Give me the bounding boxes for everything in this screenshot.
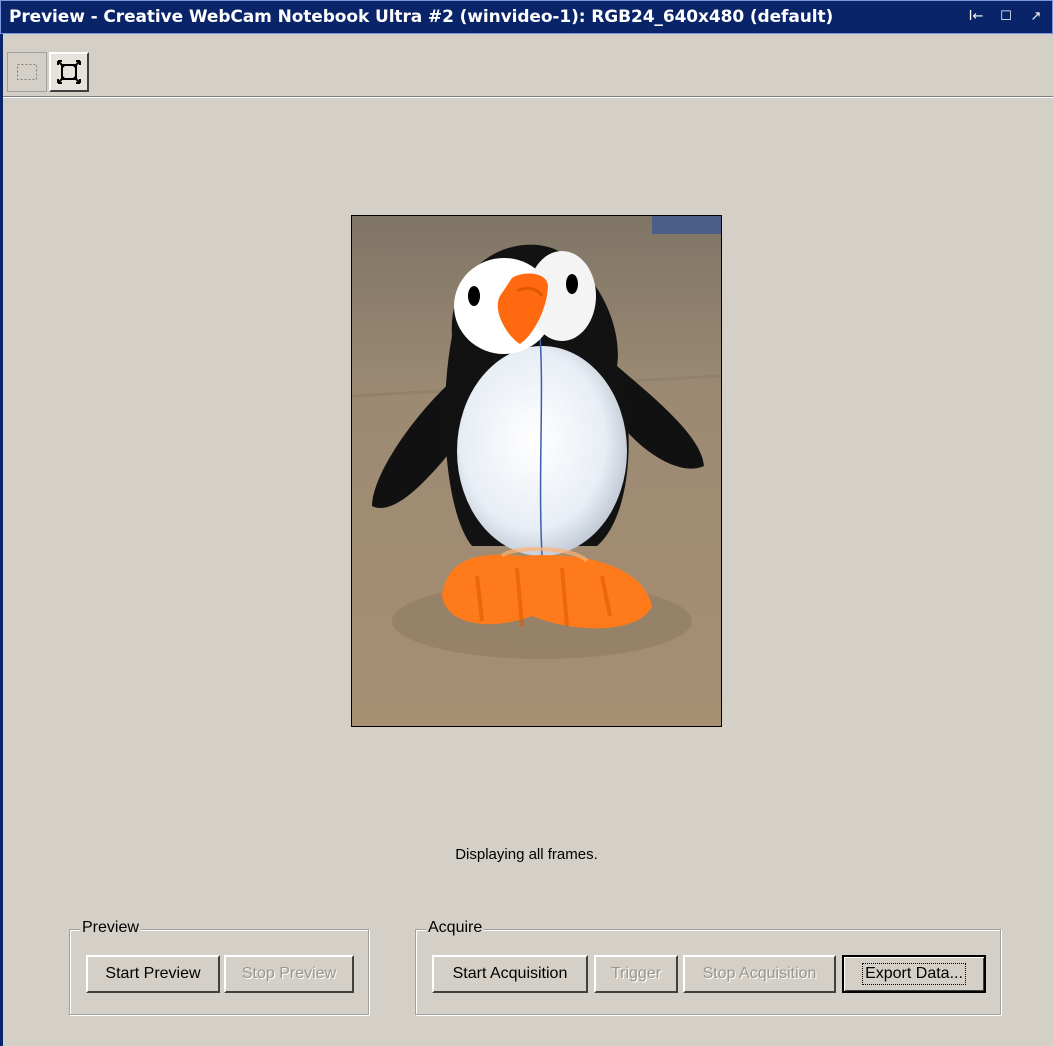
start-preview-label: Start Preview <box>105 965 201 982</box>
start-acquisition-button[interactable]: Start Acquisition <box>432 955 588 993</box>
trigger-label: Trigger <box>610 965 662 982</box>
stop-acquisition-label: Stop Acquisition <box>702 965 817 982</box>
undock-icon[interactable]: I← <box>968 8 984 26</box>
export-data-label: Export Data... <box>862 963 966 985</box>
window-title: Preview - Creative WebCam Notebook Ultra… <box>9 7 834 27</box>
dotted-rectangle-icon <box>17 64 37 80</box>
preview-groupbox: Preview Start Preview Stop Preview <box>69 919 369 1015</box>
status-text: Displaying all frames. <box>455 846 598 863</box>
acquire-groupbox: Acquire Start Acquisition Trigger Stop A… <box>415 919 1001 1015</box>
stop-acquisition-button[interactable]: Stop Acquisition <box>683 955 836 993</box>
start-preview-button[interactable]: Start Preview <box>86 955 220 993</box>
select-region-button[interactable] <box>7 52 47 92</box>
window-titlebar[interactable]: Preview - Creative WebCam Notebook Ultra… <box>0 0 1053 34</box>
acquire-group-label: Acquire <box>426 919 485 937</box>
maximize-icon[interactable]: ☐ <box>998 8 1014 26</box>
start-acquisition-label: Start Acquisition <box>452 965 568 982</box>
camera-preview-image <box>351 215 722 727</box>
export-data-button[interactable]: Export Data... <box>842 955 986 993</box>
stop-preview-button[interactable]: Stop Preview <box>224 955 354 993</box>
trigger-button[interactable]: Trigger <box>594 955 678 993</box>
preview-group-label: Preview <box>80 919 141 937</box>
fit-arrows-icon <box>57 60 81 84</box>
toolbar <box>3 34 1053 97</box>
float-icon[interactable]: ↗ <box>1028 8 1044 26</box>
stop-preview-label: Stop Preview <box>241 965 337 982</box>
fit-to-window-button[interactable] <box>49 52 89 92</box>
